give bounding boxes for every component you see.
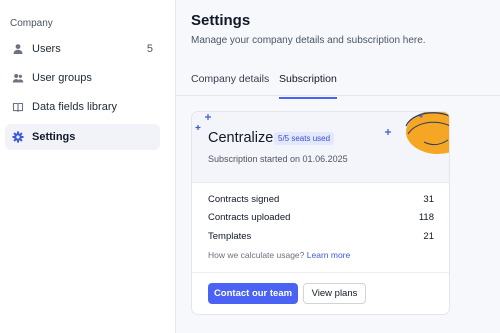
usage-value: 118 <box>418 212 434 223</box>
usage-label: Templates <box>208 231 252 242</box>
sidebar-item-data-fields-library[interactable]: Data fields library <box>5 94 160 120</box>
sidebar-item-label: Data fields library <box>32 101 117 113</box>
usage-help-text: How we calculate usage? <box>208 250 307 260</box>
contact-our-team-button[interactable]: Contact our team <box>208 283 298 304</box>
usage-label: Contracts signed <box>208 194 280 205</box>
subscription-start-date: Subscription started on 01.06.2025 <box>208 154 348 164</box>
sidebar-section-label: Company <box>10 18 53 29</box>
plan-name: Centralize <box>208 130 274 146</box>
page-title: Settings <box>191 12 251 29</box>
user-icon <box>11 43 24 56</box>
usage-value: 21 <box>423 231 434 242</box>
sidebar-item-user-groups[interactable]: User groups <box>5 65 160 91</box>
usage-help: How we calculate usage? Learn more <box>208 250 350 260</box>
view-plans-button[interactable]: View plans <box>303 283 366 304</box>
learn-more-link[interactable]: Learn more <box>307 250 350 260</box>
usage-value: 31 <box>423 194 434 205</box>
usage-row-contracts-signed: Contracts signed 31 <box>208 194 434 205</box>
subscription-card: Centralize 5/5 seats used Subscription s… <box>191 111 450 315</box>
tab-company-details[interactable]: Company details <box>191 73 269 97</box>
usage-row-templates: Templates 21 <box>208 231 434 242</box>
sidebar-item-label: Settings <box>32 131 76 143</box>
book-icon <box>11 101 24 114</box>
sidebar-item-label: User groups <box>32 72 92 84</box>
page-subtitle: Manage your company details and subscrip… <box>191 35 426 46</box>
tab-bar: Company details Subscription <box>176 66 500 99</box>
sidebar-item-settings[interactable]: Settings <box>5 124 160 150</box>
usage-row-contracts-uploaded: Contracts uploaded 118 <box>208 212 434 223</box>
sidebar-item-label: Users <box>32 43 61 55</box>
main-content: Settings Manage your company details and… <box>176 0 500 333</box>
users-count: 5 <box>146 43 153 55</box>
tab-subscription[interactable]: Subscription <box>279 73 337 99</box>
usage-label: Contracts uploaded <box>208 212 291 223</box>
subscription-card-header: Centralize 5/5 seats used Subscription s… <box>192 112 449 183</box>
decoration-illustration <box>195 112 449 154</box>
seats-badge: 5/5 seats used <box>274 132 335 145</box>
sidebar: Company Users 5 User groups Data fields … <box>0 0 176 333</box>
gear-icon <box>11 131 24 144</box>
sidebar-item-users[interactable]: Users 5 <box>5 36 160 62</box>
divider <box>192 272 449 273</box>
users-group-icon <box>11 72 24 85</box>
